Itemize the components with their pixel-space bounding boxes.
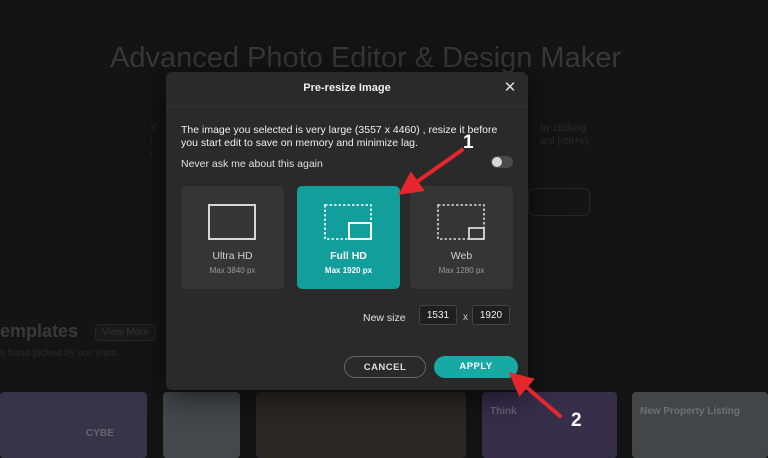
times-separator: x (463, 312, 468, 323)
option-ultra-hd[interactable]: Ultra HD Max 3840 px (181, 186, 284, 289)
pre-resize-dialog: Pre-resize Image ✕ The image you selecte… (166, 72, 528, 390)
ultra-hd-frame-icon (208, 204, 256, 240)
never-ask-toggle[interactable] (491, 156, 513, 168)
apply-button[interactable]: APPLY (434, 356, 518, 378)
height-input[interactable] (472, 305, 510, 325)
option-max: Max 1920 px (324, 266, 373, 275)
option-full-hd[interactable]: Full HD Max 1920 px (297, 186, 400, 289)
width-input[interactable] (419, 305, 457, 325)
option-max: Max 3840 px (209, 266, 256, 275)
toggle-knob (492, 157, 502, 167)
callout-number-1: 1 (463, 132, 474, 153)
new-size-label: New size (363, 312, 406, 324)
option-name: Web (450, 250, 473, 262)
callout-number-2: 2 (571, 410, 582, 431)
dialog-title: Pre-resize Image (303, 82, 391, 94)
option-name: Ultra HD (212, 250, 253, 262)
never-ask-label: Never ask me about this again (181, 158, 323, 170)
cancel-button[interactable]: CANCEL (344, 356, 426, 378)
option-max: Max 1280 px (438, 266, 485, 275)
dialog-header: Pre-resize Image ✕ (166, 72, 528, 107)
option-name: Full HD (330, 250, 367, 262)
close-icon[interactable]: ✕ (502, 80, 518, 96)
full-hd-frame-icon (324, 204, 372, 240)
option-web[interactable]: Web Max 1280 px (410, 186, 513, 289)
web-frame-icon (437, 204, 485, 240)
